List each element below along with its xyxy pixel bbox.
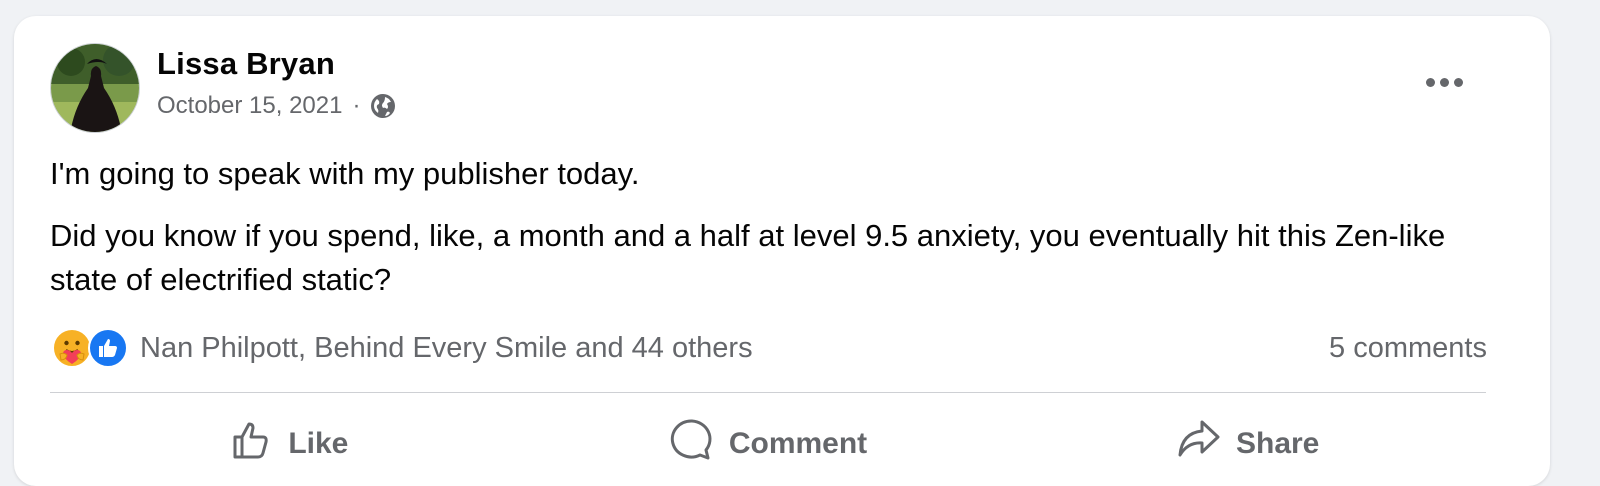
post-paragraph: Did you know if you spend, like, a month… — [50, 218, 1446, 297]
globe-icon[interactable] — [370, 93, 396, 119]
meta-separator: · — [352, 92, 361, 119]
comment-icon — [669, 417, 715, 471]
comment-label: Comment — [728, 427, 868, 460]
reactions-row: Nan Philpott, Behind Every Smile and 44 … — [52, 326, 1487, 370]
more-options-icon[interactable] — [1412, 60, 1476, 104]
care-reaction-icon[interactable] — [52, 328, 92, 368]
author-avatar[interactable] — [50, 43, 140, 133]
share-icon — [1174, 418, 1222, 470]
post-meta: October 15, 2021 · — [157, 92, 396, 120]
post-body: I'm going to speak with my publisher tod… — [50, 152, 1510, 320]
divider — [50, 392, 1486, 393]
post-paragraph: I'm going to speak with my publisher tod… — [50, 156, 640, 191]
action-bar: Like Comment Share — [50, 414, 1486, 474]
author-name[interactable]: Lissa Bryan — [157, 46, 335, 82]
reactions-summary[interactable]: Nan Philpott, Behind Every Smile and 44 … — [140, 332, 753, 365]
reaction-icons[interactable] — [52, 328, 128, 368]
like-reaction-icon[interactable] — [88, 328, 128, 368]
share-button[interactable]: Share — [1007, 414, 1486, 474]
comment-button[interactable]: Comment — [529, 414, 1008, 474]
share-label: Share — [1235, 427, 1320, 460]
like-button[interactable]: Like — [50, 414, 529, 474]
comments-count[interactable]: 5 comments — [1329, 332, 1487, 365]
post-date[interactable]: October 15, 2021 — [157, 92, 342, 120]
like-label: Like — [288, 427, 349, 460]
post-card: Lissa Bryan October 15, 2021 · I'm going… — [14, 16, 1550, 486]
thumbs-up-icon — [230, 418, 274, 470]
